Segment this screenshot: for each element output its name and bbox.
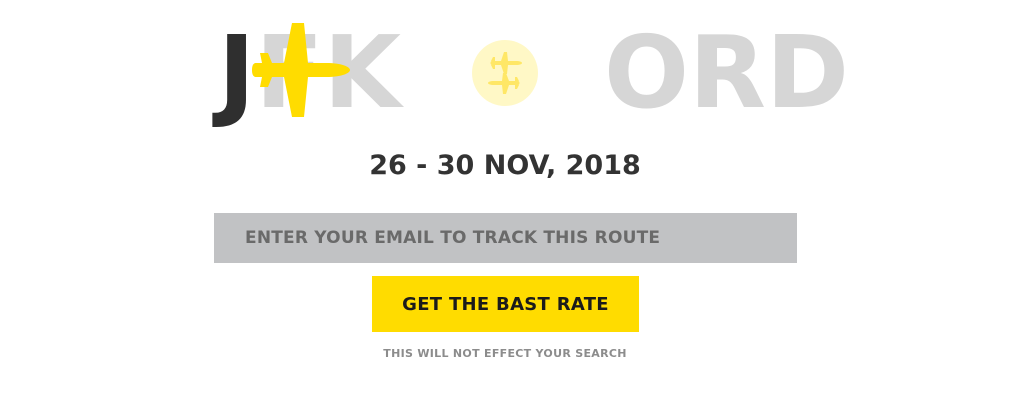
airplane-icon (246, 23, 350, 117)
swap-direction-button[interactable] (472, 40, 538, 106)
swap-direction-icon (488, 52, 522, 94)
travel-dates[interactable]: 26 - 30 NOV, 2018 (0, 146, 1010, 186)
route-header: JFK ORD (0, 0, 1010, 140)
email-field[interactable] (214, 213, 797, 263)
destination-airport-code[interactable]: ORD (604, 18, 849, 128)
disclaimer-note: THIS WILL NOT EFFECT YOUR SEARCH (383, 347, 627, 360)
get-rate-button[interactable]: GET THE BAST RATE (372, 276, 639, 332)
